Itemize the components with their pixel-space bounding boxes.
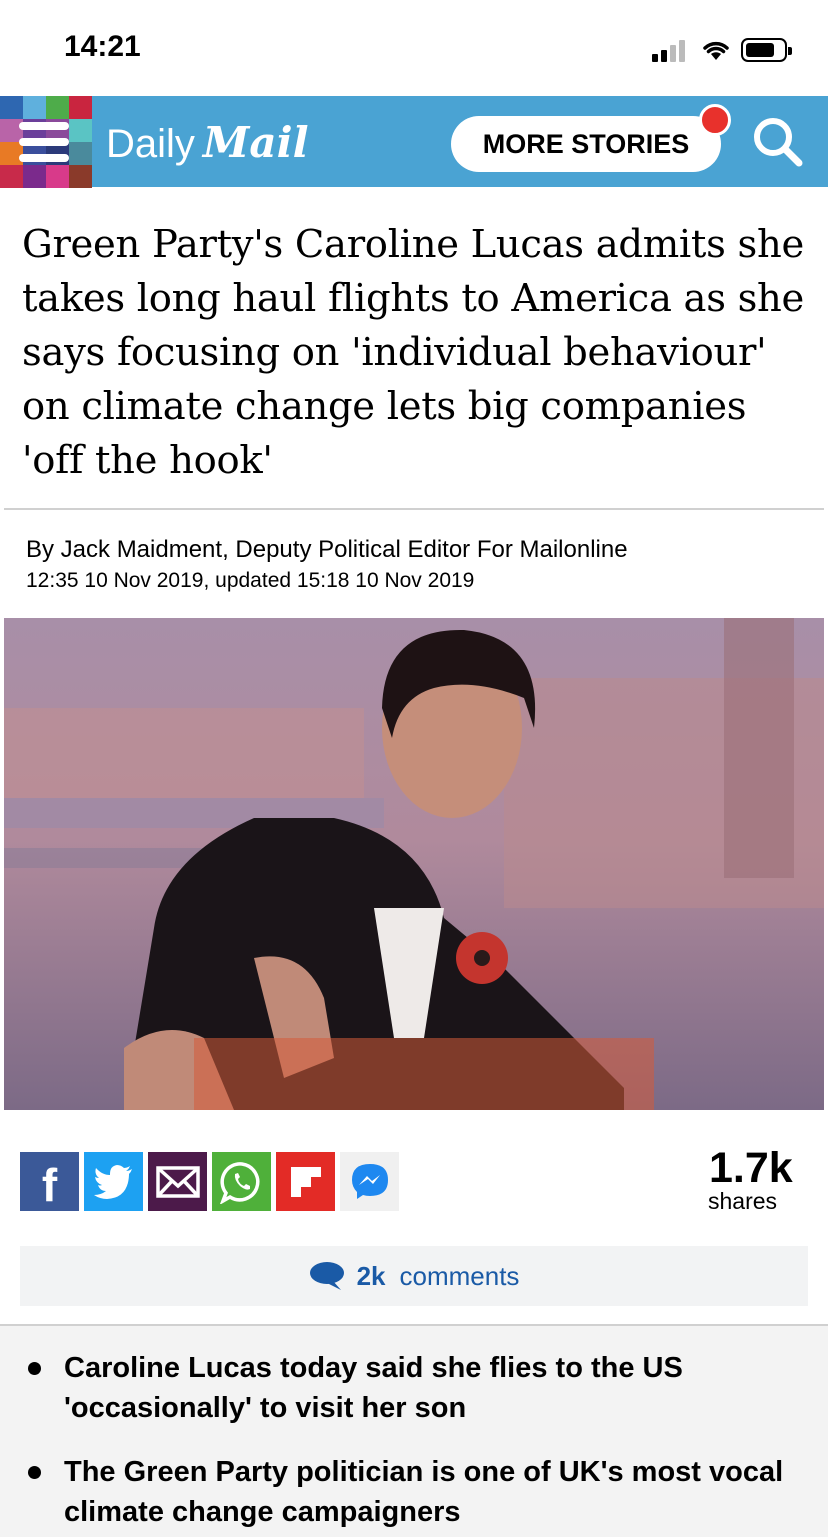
flipboard-icon (290, 1166, 321, 1197)
divider (4, 508, 824, 510)
whatsapp-icon (219, 1161, 259, 1204)
share-whatsapp-button[interactable] (212, 1152, 271, 1211)
comments-count: 2k (356, 1260, 386, 1291)
bullet-dot (28, 1466, 41, 1479)
shares-label: shares (708, 1188, 778, 1214)
email-icon (155, 1165, 200, 1198)
logo-mail: Mail (202, 118, 309, 167)
share-twitter-button[interactable] (84, 1152, 143, 1211)
wifi-icon (703, 41, 729, 60)
comments-button[interactable]: 2k comments (20, 1246, 808, 1306)
site-header: Daily Mail MORE STORIES (0, 96, 828, 188)
search-icon[interactable] (752, 116, 804, 168)
photo-illustration (4, 618, 824, 1110)
site-logo[interactable]: Daily Mail (106, 118, 309, 168)
bullet-dot (28, 1362, 41, 1375)
article-byline: By Jack Maidment, Deputy Political Edito… (26, 536, 628, 563)
status-bar: 14:21 (0, 0, 828, 96)
comment-bubble-icon (309, 1262, 344, 1290)
more-stories-button[interactable]: MORE STORIES (451, 116, 721, 172)
menu-button[interactable] (0, 96, 92, 188)
summary-bullet: Caroline Lucas today said she flies to t… (64, 1352, 683, 1424)
facebook-icon: f (41, 1158, 58, 1211)
battery-icon (741, 38, 792, 62)
shares-count: 1.7k (709, 1144, 793, 1192)
logo-daily: Daily (106, 122, 195, 166)
share-flipboard-button[interactable] (276, 1152, 335, 1211)
article-summary: Caroline Lucas today said she flies to t… (0, 1324, 828, 1537)
notification-dot (699, 104, 731, 136)
summary-bullet: The Green Party politician is one of UK'… (64, 1456, 784, 1528)
comments-label: comments (399, 1260, 520, 1291)
article-dateline: 12:35 10 Nov 2019, updated 15:18 10 Nov … (26, 569, 475, 592)
share-facebook-button[interactable]: f (20, 1152, 79, 1211)
article-headline: Green Party's Caroline Lucas admits she … (22, 222, 805, 483)
twitter-icon (93, 1164, 132, 1199)
messenger-icon (351, 1163, 388, 1199)
status-time: 14:21 (64, 30, 141, 63)
share-messenger-button[interactable] (340, 1152, 399, 1211)
article-photo[interactable] (4, 618, 824, 1110)
cellular-signal-icon (652, 40, 690, 62)
share-email-button[interactable] (148, 1152, 207, 1211)
hamburger-menu-icon (19, 122, 69, 162)
